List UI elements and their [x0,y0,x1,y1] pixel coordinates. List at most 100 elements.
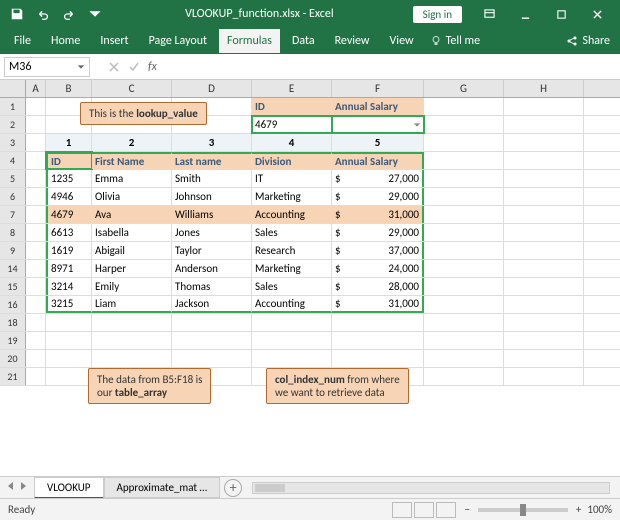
cell[interactable]: Taylor [172,242,252,259]
zoom-in-button[interactable]: + [576,503,581,516]
sign-in-button[interactable]: Sign in [413,6,462,23]
cell[interactable] [92,314,172,331]
cell[interactable] [26,278,46,295]
cell[interactable] [504,224,584,241]
cell[interactable] [26,206,46,223]
tab-page-layout[interactable]: Page Layout [141,29,215,53]
cell-salary[interactable]: $28,000 [332,278,424,295]
cell[interactable]: Division [252,152,332,169]
cell[interactable]: Accounting [252,206,332,223]
close-button[interactable] [580,0,614,28]
tab-insert[interactable]: Insert [92,29,136,53]
cell[interactable] [26,188,46,205]
row-header[interactable]: 14 [0,260,26,277]
qat-customize-icon[interactable] [84,3,106,25]
cell[interactable] [504,116,584,133]
zoom-slider[interactable] [478,508,568,512]
row-header[interactable]: 16 [0,296,26,313]
cell[interactable] [424,350,504,367]
cell[interactable] [504,134,584,151]
cell[interactable] [46,314,92,331]
col-header[interactable]: G [424,80,504,97]
cell[interactable]: Annual Salary [332,98,424,115]
undo-button[interactable] [32,3,54,25]
cell[interactable]: Thomas [172,278,252,295]
fx-label[interactable]: fx [148,60,157,74]
cell[interactable]: 8971 [46,260,92,277]
cell[interactable] [504,206,584,223]
row-header[interactable]: 9 [0,242,26,259]
sheet-nav-next[interactable] [18,481,28,494]
ribbon-options-button[interactable] [472,0,506,28]
cell[interactable] [332,116,424,133]
cell[interactable] [26,98,46,115]
cell[interactable]: Ava [92,206,172,223]
cell[interactable] [424,314,504,331]
cell[interactable]: Anderson [172,260,252,277]
cell[interactable] [424,152,504,169]
row-header[interactable]: 15 [0,278,26,295]
cell[interactable] [504,296,584,313]
name-box[interactable]: M36 [4,57,90,77]
cell[interactable] [26,224,46,241]
cell[interactable]: 2 [92,134,172,151]
redo-button[interactable] [58,3,80,25]
cell[interactable]: 6613 [46,224,92,241]
cell[interactable] [504,332,584,349]
cell-salary[interactable]: $31,000 [332,206,424,223]
cell[interactable] [46,350,92,367]
cell[interactable] [92,332,172,349]
cell[interactable]: Jones [172,224,252,241]
cell[interactable]: 4679 [46,206,92,223]
cell[interactable] [252,332,332,349]
cell[interactable] [252,350,332,367]
col-header[interactable]: H [504,80,584,97]
cell[interactable] [504,188,584,205]
col-header[interactable]: D [172,80,252,97]
cell[interactable] [26,152,46,169]
zoom-out-button[interactable]: − [464,503,469,516]
cell[interactable]: Emma [92,170,172,187]
tab-file[interactable]: File [6,29,39,53]
cell[interactable] [26,260,46,277]
col-header[interactable]: E [252,80,332,97]
cell[interactable]: Jackson [172,296,252,313]
cell[interactable] [26,116,46,133]
cell[interactable] [26,332,46,349]
tab-data[interactable]: Data [284,29,323,53]
cell[interactable] [424,206,504,223]
cell[interactable]: Johnson [172,188,252,205]
cell[interactable] [252,314,332,331]
cell[interactable]: 1235 [46,170,92,187]
cell[interactable]: IT [252,170,332,187]
col-header[interactable]: C [92,80,172,97]
save-button[interactable] [6,3,28,25]
col-header[interactable]: B [46,80,92,97]
cell[interactable]: 1619 [46,242,92,259]
cell[interactable] [424,296,504,313]
row-header[interactable]: 1 [0,98,26,115]
cell[interactable]: Marketing [252,260,332,277]
cell[interactable] [504,314,584,331]
cell-salary[interactable]: $24,000 [332,260,424,277]
cell[interactable]: Liam [92,296,172,313]
cell[interactable]: 4 [252,134,332,151]
cell[interactable]: Williams [172,206,252,223]
view-normal-button[interactable] [392,502,412,518]
cell[interactable]: Harper [92,260,172,277]
maximize-button[interactable] [544,0,578,28]
cell[interactable]: First Name [92,152,172,169]
tab-view[interactable]: View [382,29,422,53]
cell[interactable] [504,170,584,187]
view-pagelayout-button[interactable] [414,502,434,518]
cell[interactable]: 5 [332,134,424,151]
tab-home[interactable]: Home [43,29,88,53]
row-header[interactable]: 18 [0,314,26,331]
cell[interactable] [424,332,504,349]
cell[interactable]: Smith [172,170,252,187]
cell[interactable] [26,170,46,187]
cell[interactable] [424,242,504,259]
col-header[interactable]: F [332,80,424,97]
row-header[interactable]: 4 [0,152,26,169]
cell[interactable] [26,134,46,151]
